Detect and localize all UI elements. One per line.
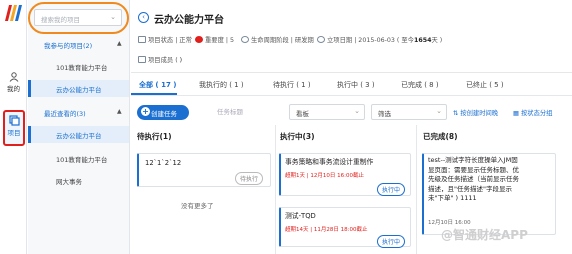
no-more-text: 没有更多了 <box>181 202 214 210</box>
status-badge: 执行中 <box>377 235 406 248</box>
joined-projects-header[interactable]: 我参与的项目(2) <box>44 40 92 50</box>
tab-done[interactable]: 已完成 ( 8 ) <box>401 80 439 90</box>
filter-select[interactable]: 筛选 ⌄ <box>371 104 447 120</box>
task-card-title: 事务策略和事务流设计重制作 <box>285 158 374 166</box>
start-days: 1654 <box>413 37 432 44</box>
sort-by-create-time[interactable]: ⇅ 按创建时间晚 <box>453 108 498 117</box>
main-panel: ‹ 云办公能力平台 项目状态 | 正常 重要度 | 5 生命周期阶段 | 研发期… <box>131 0 572 254</box>
rail-projects-label: 项目 <box>7 129 21 137</box>
group-icon: ▦ <box>513 110 519 117</box>
watermark: @智通财经APP <box>441 228 528 242</box>
status-icon <box>138 36 146 43</box>
sidebar-project-item[interactable]: 云办公能力平台 <box>56 84 102 94</box>
rail-item-projects[interactable]: 项目 <box>3 110 25 146</box>
view-select[interactable]: 看板 ⌄ <box>289 104 365 120</box>
project-sidebar: 搜索我的项目 ⌄ 我参与的项目(2) ▲ 101教育能力平台 云办公能力平台 最… <box>28 0 130 254</box>
app-logo-icon <box>5 5 22 21</box>
project-importance: 重要度 | 5 <box>195 35 234 44</box>
column-done-title: 已完成(8) <box>423 132 458 141</box>
project-members[interactable]: 项目成员 ( ) <box>138 55 182 64</box>
importance-icon <box>195 36 203 43</box>
task-card[interactable]: 事务策略和事务流设计重制作 超期1天 | 12月10日 16:00截止 执行中 <box>279 153 411 196</box>
sidebar-project-item[interactable]: 云办公能力平台 <box>56 130 102 140</box>
create-task-button[interactable]: + 创建任务 <box>137 105 189 120</box>
create-task-label: 创建任务 <box>151 110 177 118</box>
task-card-description: test--测试字符长度操单入JM固 显页面：需要显示任务标题、优 先级及任务描… <box>428 156 519 202</box>
rail-item-my[interactable]: 我的 <box>0 72 27 93</box>
task-card[interactable]: 12`1`2`12 待执行 <box>137 153 271 187</box>
chevron-down-icon: ⌄ <box>436 107 442 115</box>
page-title: 云办公能力平台 <box>154 15 224 26</box>
column-todo-title: 待执行(1) <box>137 132 172 141</box>
project-status: 项目状态 | 正常 <box>138 35 192 44</box>
date-icon <box>317 36 325 43</box>
sidebar-project-item[interactable]: 101教育能力平台 <box>56 154 107 164</box>
task-card[interactable]: test--测试字符长度操单入JM固 显页面：需要显示任务标题、优 先级及任务描… <box>422 153 556 235</box>
tab-all[interactable]: 全部 ( 17 ) <box>139 80 176 90</box>
caret-up-icon[interactable]: ▲ <box>117 108 122 115</box>
highlight-oval <box>28 2 129 34</box>
task-search-input[interactable]: 任务标题 <box>217 106 243 116</box>
plus-icon: + <box>141 107 150 116</box>
sidebar-project-item[interactable]: 101教育能力平台 <box>56 62 107 72</box>
group-by-status[interactable]: ▦ 按状态分组 <box>513 108 552 117</box>
sidebar-project-item[interactable]: 网大事务 <box>56 176 82 186</box>
divider <box>131 72 572 73</box>
tab-terminated[interactable]: 已终止 ( 5 ) <box>466 80 504 90</box>
left-rail: 我的 项目 <box>0 0 27 254</box>
task-card-meta: 超期1天 | 12月10日 16:00截止 <box>285 173 364 179</box>
project-start-date: 立项日期 | 2015-06-03 ( 至今1654天 ) <box>317 35 442 44</box>
tab-todo[interactable]: 待执行 ( 1 ) <box>273 80 311 90</box>
status-badge: 待执行 <box>235 172 264 185</box>
chevron-down-icon: ⌄ <box>354 107 360 115</box>
column-divider <box>275 125 276 254</box>
rail-my-label: 我的 <box>7 85 20 93</box>
project-lifecycle: 生命周期阶段 | 研发期 <box>241 35 314 44</box>
caret-up-icon[interactable]: ▲ <box>117 40 122 47</box>
divider <box>131 95 572 96</box>
task-card-meta: 12月10日 16:00 <box>428 220 471 226</box>
status-badge: 执行中 <box>377 183 406 196</box>
sort-icon: ⇅ <box>453 110 459 117</box>
column-divider <box>416 125 417 254</box>
column-doing-title: 执行中(3) <box>280 132 315 141</box>
recent-projects-header[interactable]: 最近查看的(3) <box>44 108 86 118</box>
members-icon <box>138 56 146 63</box>
tab-doing[interactable]: 执行中 ( 3 ) <box>337 80 375 90</box>
app-window: 我的 项目 搜索我的项目 ⌄ 我参与的项目(2) ▲ 101教育能力平台 云办公… <box>0 0 572 254</box>
projects-icon <box>8 115 20 126</box>
task-card-title: 12`1`2`12 <box>145 159 182 167</box>
back-icon[interactable]: ‹ <box>138 12 149 23</box>
lifecycle-icon <box>241 36 249 43</box>
task-card-title: 测试-TQD <box>285 212 316 220</box>
task-card[interactable]: 测试-TQD 超期14天 | 11月28日 18:00截止 执行中 <box>279 207 411 248</box>
task-card-meta: 超期14天 | 11月28日 18:00截止 <box>285 227 368 233</box>
user-icon <box>9 72 18 82</box>
tab-mine[interactable]: 我执行的 ( 1 ) <box>199 80 244 90</box>
